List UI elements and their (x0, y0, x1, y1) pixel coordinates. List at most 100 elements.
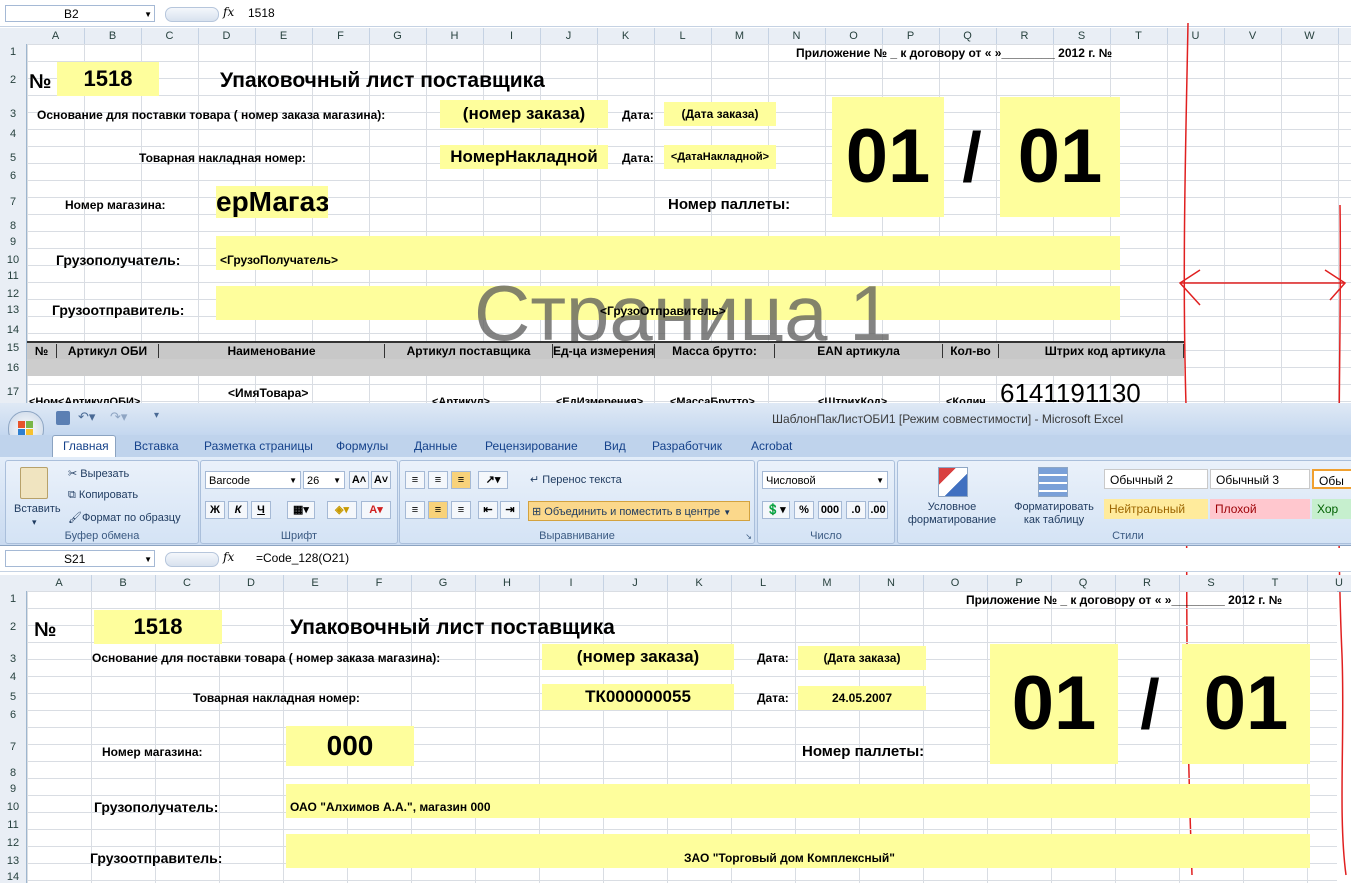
borders-icon[interactable]: ▦▾ (287, 501, 315, 519)
row-header[interactable]: 5 (0, 152, 26, 164)
column-header[interactable]: C (155, 575, 220, 591)
order-date-cell[interactable]: (Дата заказа) (664, 102, 776, 126)
table-header-cell[interactable]: Артикул ОБИ (57, 344, 159, 358)
order-number-cell[interactable]: (номер заказа) (440, 100, 608, 128)
column-header[interactable]: M (795, 575, 860, 591)
tab-acrobat[interactable]: Acrobat (751, 439, 792, 453)
row-header[interactable]: 9 (0, 783, 26, 795)
row-header[interactable]: 14 (0, 324, 26, 336)
row-header[interactable]: 12 (0, 837, 26, 849)
column-header[interactable]: C (141, 28, 199, 44)
table-header-cell[interactable]: Кол-во (943, 344, 999, 358)
pallet-number-a[interactable]: 01 (990, 644, 1118, 764)
align-right-icon[interactable]: ≡ (451, 501, 471, 519)
column-header[interactable]: K (667, 575, 732, 591)
row-header[interactable]: 7 (0, 196, 26, 208)
column-header[interactable]: O (923, 575, 988, 591)
order-number-cell[interactable]: (номер заказа) (542, 644, 734, 670)
percent-icon[interactable]: % (794, 501, 814, 519)
table-cell[interactable]: <Колич (946, 396, 986, 403)
consignee-cell[interactable]: <ГрузоПолучатель> (216, 236, 1120, 270)
table-cell[interactable]: 6141191130 (1000, 378, 1141, 403)
paste-button[interactable]: Вставить (14, 503, 61, 515)
column-header[interactable]: H (475, 575, 540, 591)
shrink-font-icon[interactable]: A˅ (371, 471, 391, 489)
column-header[interactable]: K (597, 28, 655, 44)
column-header[interactable]: J (540, 28, 598, 44)
column-header[interactable]: A (27, 575, 92, 591)
column-header[interactable]: J (603, 575, 668, 591)
align-middle-icon[interactable]: ≡ (428, 471, 448, 489)
format-as-table-icon[interactable] (1038, 467, 1068, 497)
decrease-indent-icon[interactable]: ⇤ (478, 501, 498, 519)
table-cell[interactable]: <АртикулОБИ> (58, 396, 140, 403)
table-cell[interactable]: <Ном (29, 396, 58, 403)
tab-home[interactable]: Главная (63, 439, 109, 453)
tab-insert[interactable]: Вставка (134, 439, 179, 453)
bottom-name-box[interactable]: S21 ▼ (5, 550, 155, 567)
bottom-formula-input[interactable]: =Code_128(O21) (256, 550, 349, 567)
copy-button[interactable]: ⧉ Копировать (68, 489, 138, 502)
customize-qat-icon[interactable]: ▾ (154, 410, 159, 421)
row-header[interactable]: 7 (0, 741, 26, 753)
column-header[interactable]: D (219, 575, 284, 591)
row-header[interactable]: 3 (0, 108, 26, 120)
number-cell[interactable]: 1518 (94, 610, 222, 644)
table-header-cell[interactable]: Масса брутто: (655, 344, 775, 358)
pallet-number-b[interactable]: 01 (1182, 644, 1310, 764)
bold-button[interactable]: Ж (205, 501, 225, 519)
invoice-date-cell[interactable]: 24.05.2007 (798, 686, 926, 710)
row-header[interactable]: 10 (0, 254, 26, 266)
table-header-cell[interactable]: Ед-ца измерения (553, 344, 655, 358)
row-header[interactable]: 8 (0, 220, 26, 232)
row-header[interactable]: 9 (0, 236, 26, 248)
font-name-select[interactable]: Barcode ▼ (205, 471, 301, 489)
align-left-icon[interactable]: ≡ (405, 501, 425, 519)
column-header[interactable]: L (731, 575, 796, 591)
align-top-icon[interactable]: ≡ (405, 471, 425, 489)
table-cell[interactable]: <ЕдИзмерения> (556, 396, 643, 403)
column-header[interactable]: R (1115, 575, 1180, 591)
chevron-down-icon[interactable]: ▼ (144, 551, 152, 568)
row-header[interactable]: 14 (0, 871, 26, 883)
top-name-box[interactable]: B2 ▼ (5, 5, 155, 22)
font-size-select[interactable]: 26 ▼ (303, 471, 345, 489)
table-header-cell[interactable]: Штрих код артикула (1027, 344, 1184, 358)
row-header[interactable]: 11 (0, 819, 26, 831)
redo-icon[interactable]: ↷▾ (110, 409, 127, 425)
row-header[interactable]: 15 (0, 342, 26, 354)
table-header-cell[interactable]: № (27, 344, 57, 358)
decrease-decimal-icon[interactable]: .00 (868, 501, 888, 519)
column-header[interactable]: I (483, 28, 541, 44)
column-header[interactable]: E (283, 575, 348, 591)
style-neutral[interactable]: Нейтральный (1104, 499, 1208, 519)
fx-icon[interactable]: fx (223, 550, 234, 564)
column-header[interactable]: D (198, 28, 256, 44)
tab-developer[interactable]: Разработчик (652, 439, 722, 453)
format-as-table-button[interactable]: Форматировать как таблицу (1006, 501, 1102, 527)
row-header[interactable]: 1 (0, 593, 26, 605)
row-header[interactable]: 12 (0, 288, 26, 300)
tab-page-layout[interactable]: Разметка страницы (204, 439, 313, 453)
row-header[interactable]: 11 (0, 270, 26, 282)
align-bottom-icon[interactable]: ≡ (451, 471, 471, 489)
column-header[interactable]: Q (1051, 575, 1116, 591)
font-color-icon[interactable]: A▾ (361, 501, 391, 519)
column-header[interactable]: R (996, 28, 1054, 44)
wrap-text-button[interactable]: ↵ Перенос текста (530, 473, 622, 486)
dialog-launcher-icon[interactable]: ↘ (745, 532, 752, 541)
row-header[interactable]: 2 (0, 74, 26, 86)
row-header[interactable]: 2 (0, 621, 26, 633)
row-header[interactable]: 4 (0, 671, 26, 683)
invoice-number-cell[interactable]: ТК000000055 (542, 684, 734, 710)
column-header[interactable]: B (91, 575, 156, 591)
column-header[interactable]: P (987, 575, 1052, 591)
row-header[interactable]: 10 (0, 801, 26, 813)
currency-icon[interactable]: 💲▾ (762, 501, 790, 519)
column-header[interactable]: S (1053, 28, 1111, 44)
paste-icon[interactable] (20, 467, 48, 499)
column-header[interactable]: H (426, 28, 484, 44)
number-cell[interactable]: 1518 (57, 62, 159, 96)
table-cell[interactable]: <МассаБрутто> (670, 396, 755, 403)
column-header[interactable]: E (255, 28, 313, 44)
